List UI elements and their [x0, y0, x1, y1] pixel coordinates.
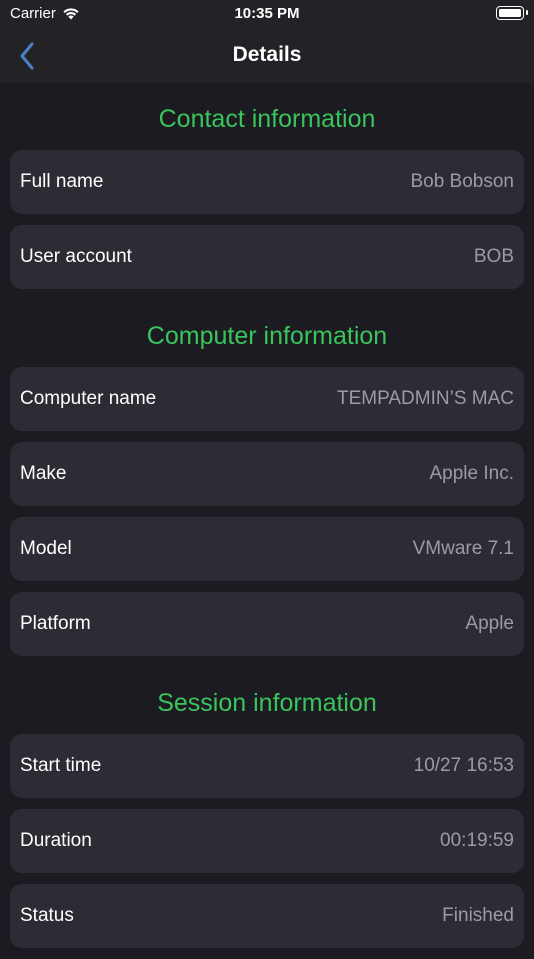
row-make: Make Apple Inc. — [10, 442, 524, 506]
row-label: Make — [20, 463, 67, 484]
row-computer-name: Computer name TEMPADMIN’S MAC — [10, 367, 524, 431]
row-value: Apple Inc. — [429, 463, 515, 484]
row-status: Status Finished — [10, 884, 524, 948]
row-value: BOB — [473, 246, 514, 267]
row-label: Full name — [20, 171, 104, 192]
row-model: Model VMware 7.1 — [10, 517, 524, 581]
row-value: TEMPADMIN’S MAC — [337, 388, 514, 409]
row-value: VMware 7.1 — [412, 538, 514, 559]
row-label: Status — [20, 905, 74, 926]
navigation-bar: Details — [0, 30, 534, 83]
row-label: User account — [20, 246, 132, 267]
row-value: Apple — [465, 613, 514, 634]
row-label: Platform — [20, 613, 91, 634]
row-platform: Platform Apple — [10, 592, 524, 656]
row-label: Start time — [20, 755, 102, 776]
row-duration: Duration 00:19:59 — [10, 809, 524, 873]
section-header-contact: Contact information — [158, 105, 376, 133]
row-label: Model — [20, 538, 72, 559]
row-label: Computer name — [20, 388, 157, 409]
page-title: Details — [232, 43, 302, 66]
row-value: Finished — [442, 905, 514, 926]
row-user-account: User account BOB — [10, 225, 524, 289]
row-value: 10/27 16:53 — [413, 755, 514, 776]
row-value: 00:19:59 — [440, 830, 514, 851]
section-header-computer: Computer information — [146, 322, 388, 350]
details-list: Contact information Full name Bob Bobson… — [0, 83, 534, 959]
row-start-time: Start time 10/27 16:53 — [10, 734, 524, 798]
status-bar: Carrier 10:35 PM — [0, 0, 534, 30]
row-full-name: Full name Bob Bobson — [10, 150, 524, 214]
row-value: Bob Bobson — [410, 171, 514, 192]
row-label: Duration — [20, 830, 92, 851]
status-time: 10:35 PM — [234, 5, 300, 22]
battery-icon — [496, 6, 528, 20]
section-header-session: Session information — [157, 689, 377, 717]
